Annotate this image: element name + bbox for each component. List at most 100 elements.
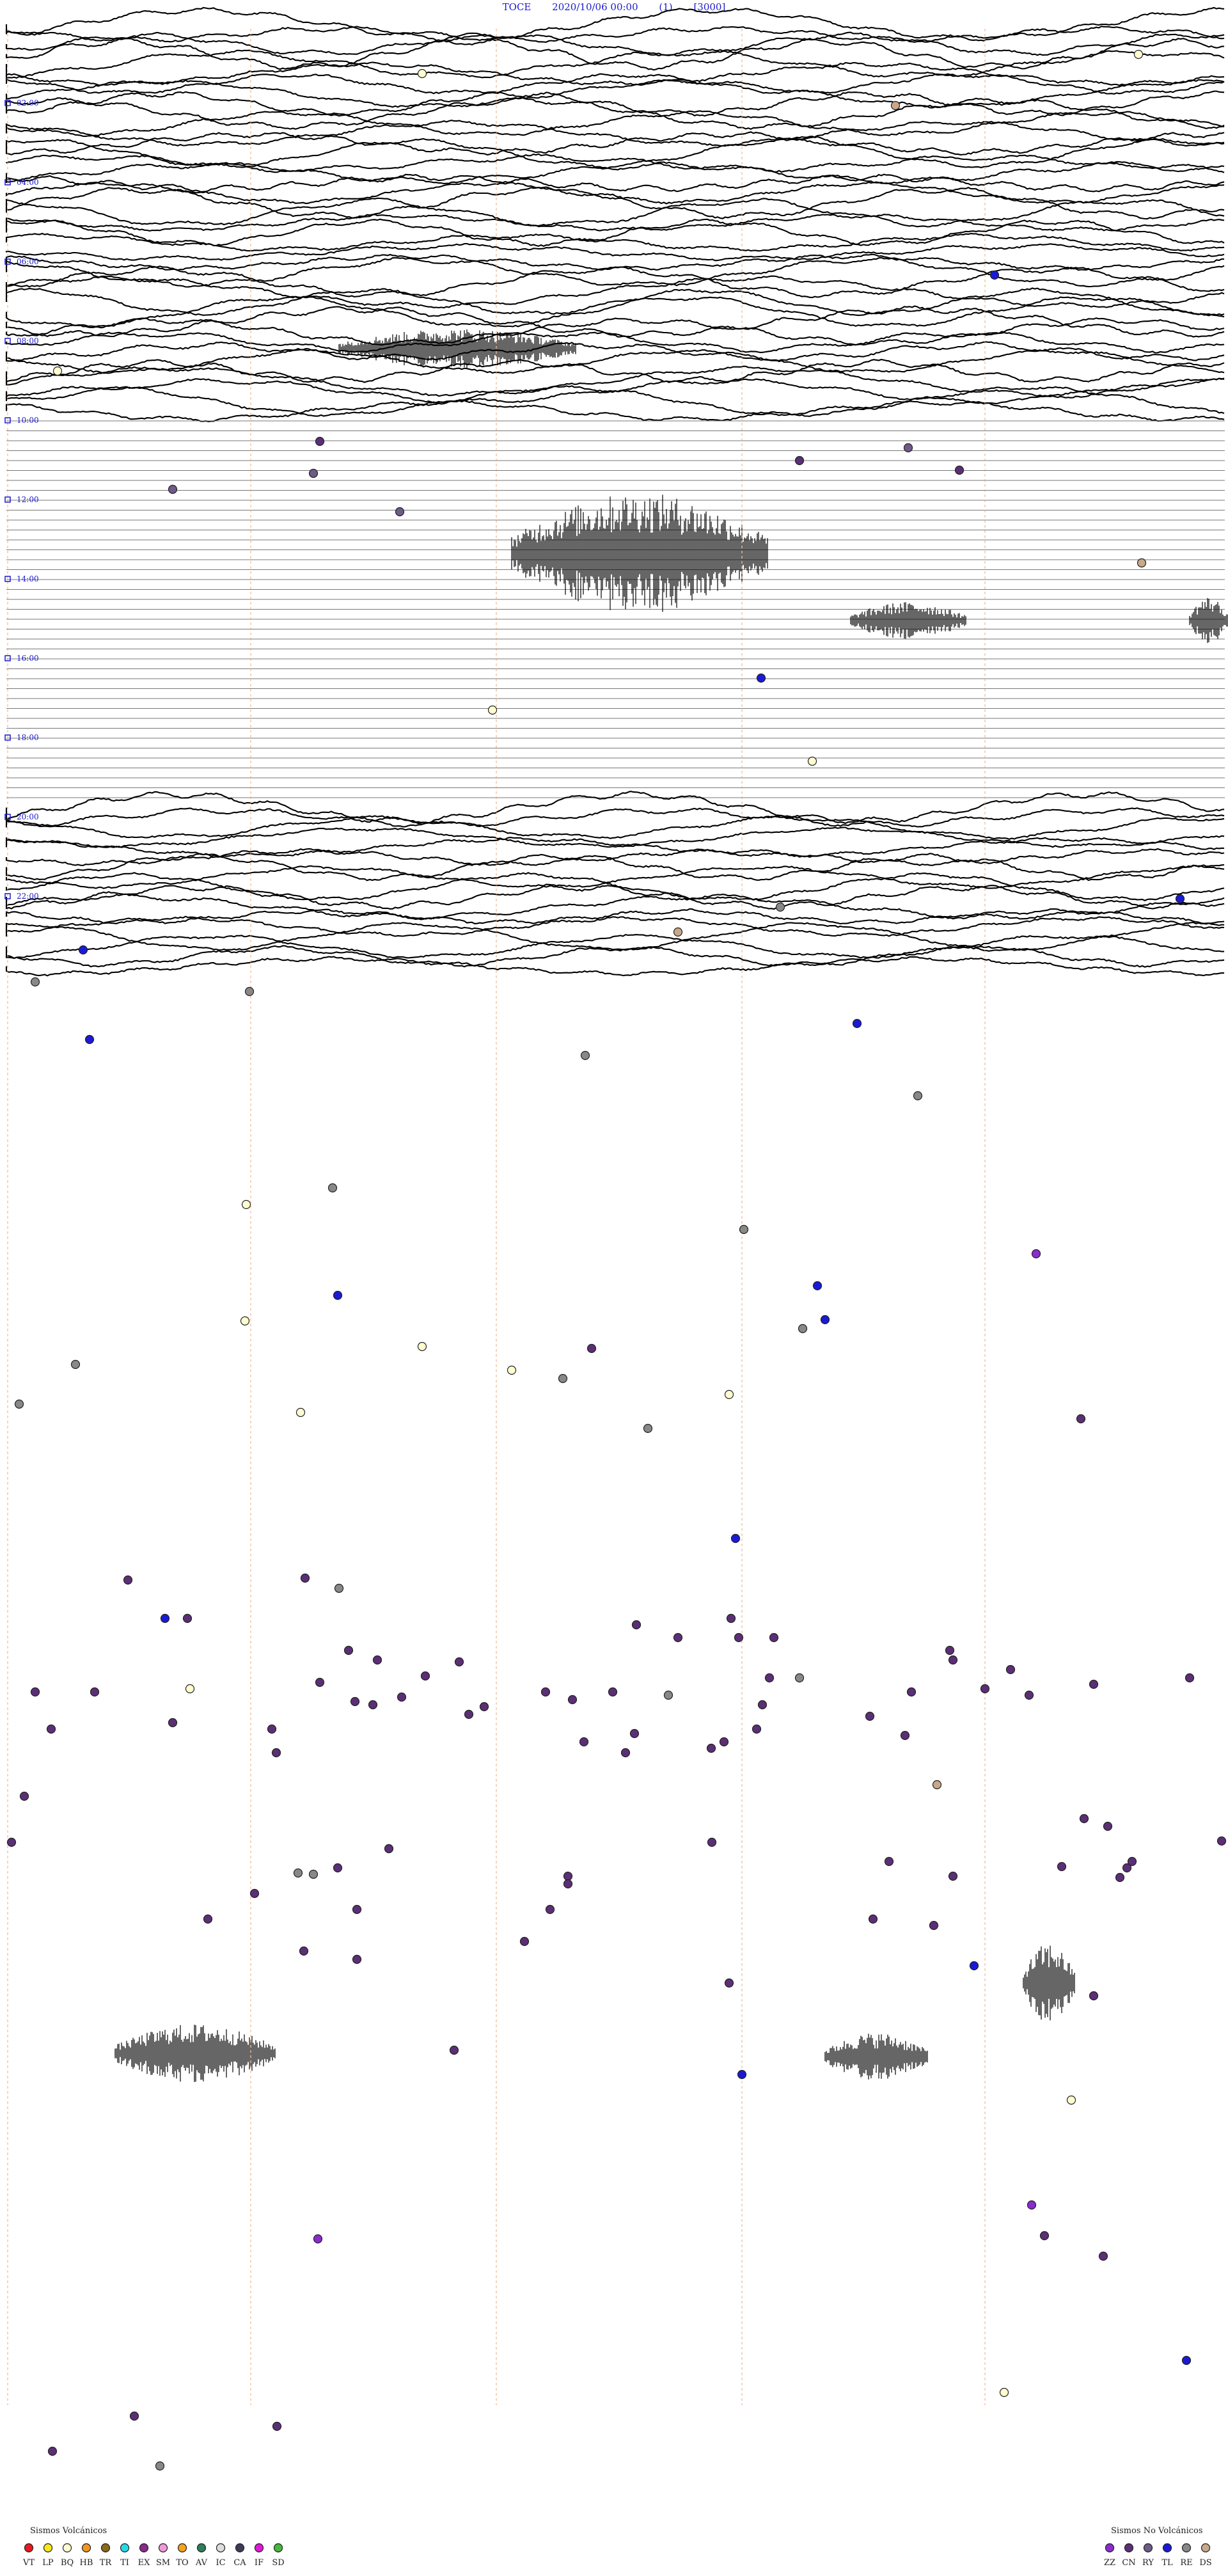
time-label: 10:00: [17, 416, 39, 425]
event-marker: [969, 1961, 979, 1971]
event-marker: [1031, 1249, 1041, 1259]
event-marker: [629, 1728, 640, 1739]
seismic-trace: [5, 933, 1225, 960]
event-marker: [724, 1389, 734, 1400]
event-marker: [384, 1844, 394, 1854]
event-marker: [586, 1343, 597, 1354]
event-marker: [1079, 1813, 1089, 1824]
event-marker: [295, 1407, 306, 1418]
legend-swatch: [273, 2543, 283, 2553]
event-marker: [241, 1199, 251, 1210]
seismic-trace: [5, 349, 1225, 374]
event-marker: [272, 2421, 282, 2431]
event-marker: [608, 1687, 618, 1697]
event-marker: [240, 1316, 250, 1326]
legend-swatch: [1200, 2543, 1211, 2553]
seismic-trace: [5, 956, 1224, 977]
event-marker: [540, 1687, 551, 1697]
event-marker: [631, 1620, 642, 1630]
legend-swatch: [100, 2543, 111, 2553]
event-marker: [479, 1702, 489, 1712]
event-marker: [1115, 1872, 1125, 1883]
event-marker: [579, 1737, 589, 1747]
event-marker: [315, 1677, 325, 1687]
event-marker: [267, 1724, 277, 1734]
legend-code: BQ: [61, 2558, 74, 2568]
seismic-trace: [5, 385, 1225, 417]
event-marker: [70, 1359, 81, 1370]
event-marker: [673, 927, 683, 937]
seismic-trace: [5, 73, 1225, 95]
tremor-burst: [824, 2034, 928, 2080]
event-marker: [764, 1673, 775, 1683]
legend-swatch: [1143, 2543, 1153, 2553]
legend-swatch: [177, 2543, 187, 2553]
legend-swatch: [254, 2543, 264, 2553]
event-marker: [1127, 1856, 1137, 1867]
event-marker: [313, 2234, 323, 2244]
seismic-trace: [5, 815, 1225, 841]
event-marker: [1216, 1836, 1227, 1846]
event-marker: [1133, 49, 1144, 59]
legend-code: CA: [233, 2558, 246, 2568]
event-marker: [327, 1183, 338, 1193]
legend-swatch: [24, 2543, 34, 2553]
time-label: 02:00: [17, 99, 39, 107]
legend-title: Sismos Volcánicos: [30, 2526, 107, 2536]
legend-code: AV: [195, 2558, 208, 2568]
event-marker: [78, 945, 88, 955]
event-marker: [752, 1724, 762, 1734]
event-marker: [563, 1871, 573, 1881]
event-marker: [643, 1423, 653, 1434]
legend-swatch: [216, 2543, 226, 2553]
legend-title: Sismos No Volcánicos: [1111, 2526, 1203, 2536]
event-marker: [673, 1632, 683, 1643]
time-label: 22:00: [17, 892, 39, 901]
event-marker: [47, 2446, 58, 2456]
legend-code: LP: [42, 2558, 54, 2568]
time-label: 08:00: [17, 336, 39, 345]
event-marker: [30, 1687, 40, 1697]
event-marker: [1185, 1673, 1195, 1683]
event-marker: [6, 1837, 17, 1847]
event-marker: [620, 1748, 631, 1758]
event-marker: [352, 1904, 362, 1915]
event-marker: [724, 1978, 734, 1988]
event-marker: [299, 1946, 309, 1956]
legend-swatch: [139, 2543, 149, 2553]
seismic-trace: [5, 893, 1225, 920]
event-marker: [852, 1018, 862, 1029]
event-marker: [333, 1290, 343, 1300]
tremor-burst: [511, 494, 768, 612]
event-marker: [737, 2069, 747, 2080]
legend-swatch: [1124, 2543, 1134, 2553]
event-marker: [663, 1690, 673, 1700]
event-marker: [730, 1533, 741, 1544]
legend-volcanic: Sismos Volcánicos VT LP BQ HB TR TI EX SM TO AV IC C…: [22, 2526, 285, 2568]
event-marker: [350, 1696, 360, 1707]
event-marker: [706, 1743, 716, 1753]
seismic-trace: [5, 791, 1225, 825]
event-marker: [308, 468, 319, 478]
event-marker: [168, 484, 178, 494]
event-marker: [308, 1869, 319, 1879]
event-marker: [129, 2411, 139, 2421]
tremor-burst: [1189, 597, 1228, 644]
event-marker: [798, 1324, 808, 1334]
event-marker: [769, 1632, 779, 1643]
event-marker: [903, 443, 913, 453]
seismic-trace: [5, 400, 1225, 423]
event-marker: [185, 1684, 195, 1694]
event-marker: [1057, 1861, 1067, 1872]
legend-code: SD: [272, 2558, 284, 2568]
event-marker: [519, 1936, 530, 1947]
event-marker: [368, 1700, 378, 1710]
event-marker: [19, 1791, 29, 1801]
seismic-trace: [5, 120, 1225, 147]
event-marker: [334, 1583, 344, 1593]
event-marker: [558, 1373, 568, 1384]
event-marker: [999, 2387, 1009, 2398]
event-marker: [160, 1613, 170, 1624]
event-marker: [271, 1748, 281, 1758]
event-marker: [395, 507, 405, 517]
